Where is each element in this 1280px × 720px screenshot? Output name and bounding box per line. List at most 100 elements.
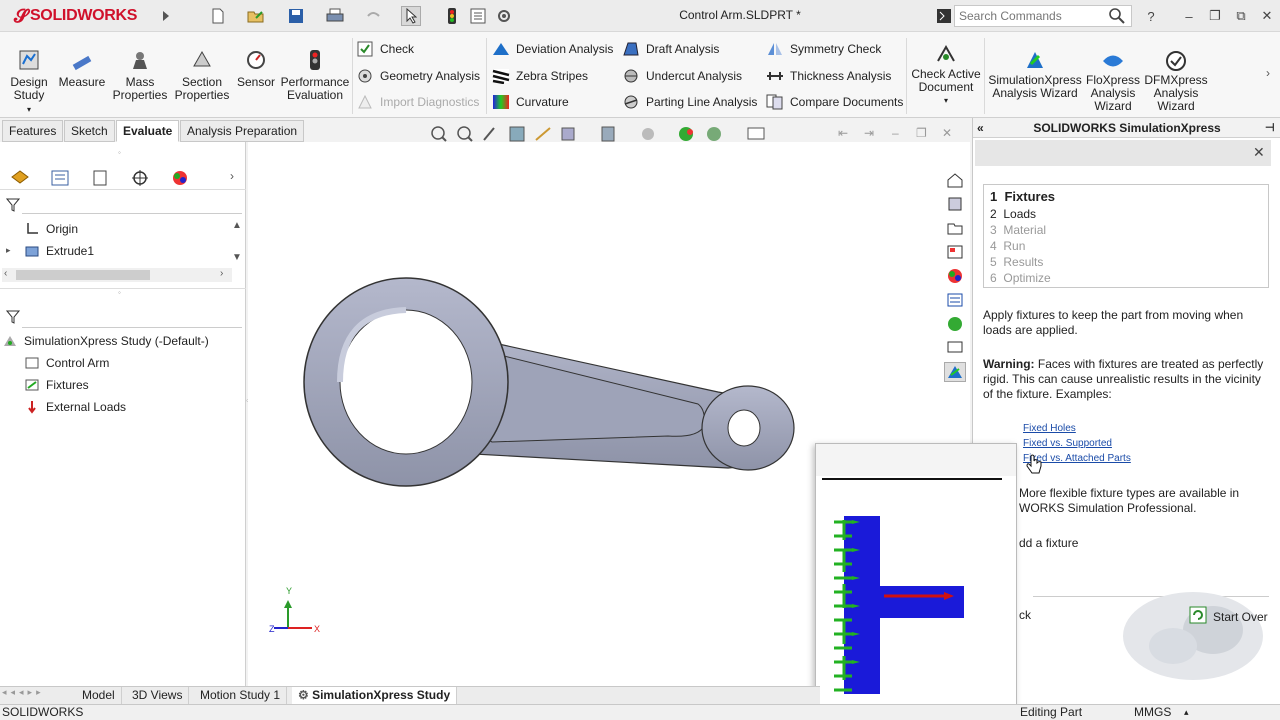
curvature-button[interactable]: Curvature	[492, 91, 569, 113]
scroll-up-icon[interactable]: ▲	[232, 220, 242, 231]
filter-icon[interactable]	[5, 310, 22, 327]
geometry-analysis-button[interactable]: Geometry Analysis	[356, 65, 480, 87]
tree-filter-input[interactable]	[22, 194, 242, 214]
close-button[interactable]: ✕	[1256, 6, 1278, 26]
tab-analysis-preparation[interactable]: Analysis Preparation	[180, 120, 305, 142]
parting-line-analysis-button[interactable]: Parting Line Analysis	[622, 91, 757, 113]
design-library-icon[interactable]	[944, 194, 966, 214]
dfmxpress-wizard-button[interactable]: DFMXpress Analysis Wizard	[1144, 34, 1208, 113]
solidworks-resources-icon[interactable]	[944, 314, 966, 334]
configuration-manager-icon[interactable]	[90, 169, 110, 190]
deviation-analysis-button[interactable]: Deviation Analysis	[492, 38, 613, 60]
study-filter-input[interactable]	[22, 306, 242, 328]
manager-tabs-more-icon[interactable]: ›	[230, 169, 234, 183]
custom-properties-icon[interactable]	[944, 290, 966, 310]
scroll-down-icon[interactable]: ▼	[232, 252, 242, 263]
tab-evaluate[interactable]: Evaluate	[116, 120, 180, 142]
viewport-minimize-icon[interactable]: –	[892, 126, 899, 140]
compare-documents-button[interactable]: Compare Documents	[766, 91, 903, 113]
undercut-analysis-button[interactable]: Undercut Analysis	[622, 65, 742, 87]
link-fixed-holes[interactable]: Fixed Holes	[1023, 423, 1076, 434]
restore-button[interactable]: ❐	[1204, 6, 1226, 26]
sensor-button[interactable]: Sensor	[236, 34, 276, 89]
tree-item-control-arm[interactable]: Control Arm	[24, 353, 109, 373]
pin-icon[interactable]: ⊣	[1265, 118, 1275, 138]
forum-icon[interactable]	[944, 338, 966, 358]
help-button[interactable]: ?	[1140, 6, 1162, 26]
symmetry-check-button[interactable]: Symmetry Check	[766, 38, 881, 60]
expand-menu-icon[interactable]	[156, 6, 176, 26]
ribbon-scroll-right-icon[interactable]: ›	[1266, 66, 1270, 80]
minimize-button[interactable]: –	[1178, 6, 1200, 26]
property-manager-icon[interactable]	[50, 169, 70, 190]
status-units[interactable]: MMGS	[1134, 705, 1171, 720]
appearances-icon[interactable]	[944, 266, 966, 286]
tab-nav-arrows-icon[interactable]: ◂◂◂▸▸	[2, 687, 45, 698]
thickness-analysis-button[interactable]: Thickness Analysis	[766, 65, 891, 87]
search-input[interactable]: Search Commands	[954, 5, 1132, 27]
link-fixed-vs-supported[interactable]: Fixed vs. Supported	[1023, 438, 1112, 449]
tab-3d-views[interactable]: 3D Views	[126, 687, 190, 704]
tree-item-origin[interactable]: Origin	[24, 219, 78, 239]
section-properties-button[interactable]: Section Properties	[172, 34, 232, 102]
start-over-button[interactable]: Start Over	[1189, 606, 1268, 627]
zebra-stripes-button[interactable]: Zebra Stripes	[492, 65, 588, 87]
options-gear-icon[interactable]	[494, 6, 514, 26]
design-study-button[interactable]: Design Study ▾	[6, 34, 52, 116]
feature-manager-icon[interactable]	[10, 169, 30, 190]
tree-item-extrude1[interactable]: Extrude1	[24, 241, 94, 261]
check-button[interactable]: Check	[356, 38, 414, 60]
mass-properties-button[interactable]: Mass Properties	[112, 34, 168, 102]
measure-button[interactable]: Measure	[58, 34, 106, 89]
tree-item-external-loads[interactable]: External Loads	[24, 397, 126, 417]
viewport-restore-icon[interactable]: ❐	[916, 126, 927, 140]
draft-analysis-button[interactable]: Draft Analysis	[622, 38, 719, 60]
performance-evaluation-button[interactable]: Performance Evaluation	[280, 34, 350, 102]
tree-item-simxpress-study[interactable]: SimulationXpress Study (-Default-)	[2, 331, 209, 351]
expand-arrow-icon[interactable]: ▸	[6, 245, 11, 256]
tab-simulationxpress-study[interactable]: ⚙ SimulationXpress Study	[292, 687, 458, 704]
step-loads[interactable]: 2 Loads	[990, 207, 1036, 221]
close-wizard-icon[interactable]: ✕	[1253, 144, 1265, 161]
splitter-handle-icon[interactable]: ◦	[118, 148, 121, 157]
check-active-document-button[interactable]: Check Active Document ▾	[910, 34, 982, 107]
pane-right-icon[interactable]: ⇥	[864, 126, 874, 140]
open-document-icon[interactable]	[246, 6, 266, 26]
rebuild-icon[interactable]	[442, 6, 462, 26]
units-dropdown-icon[interactable]: ▴	[1184, 705, 1189, 720]
dimxpert-manager-icon[interactable]	[130, 169, 150, 190]
display-manager-icon[interactable]	[170, 169, 190, 190]
home-icon[interactable]	[944, 170, 966, 190]
undo-icon[interactable]	[363, 6, 383, 26]
file-explorer-icon[interactable]	[944, 218, 966, 238]
tab-sketch[interactable]: Sketch	[64, 120, 115, 142]
scroll-right-icon[interactable]: ›	[220, 268, 223, 279]
tile-button[interactable]: ⧉	[1230, 6, 1252, 26]
simulationxpress-tab-icon[interactable]	[944, 362, 966, 382]
print-icon[interactable]	[325, 6, 345, 26]
save-icon[interactable]	[286, 6, 306, 26]
simulationxpress-wizard-button[interactable]: SimulationXpress Analysis Wizard	[988, 34, 1082, 100]
import-diagnostics-button[interactable]: Import Diagnostics	[356, 91, 479, 113]
solidworks-logo[interactable]: 𝓢 SOLIDWORKS	[14, 2, 154, 30]
filter-icon[interactable]	[5, 198, 21, 215]
add-fixture-link[interactable]: dd a fixture	[1019, 536, 1280, 551]
viewport-close-icon[interactable]: ✕	[942, 126, 952, 140]
tab-features[interactable]: Features	[2, 120, 64, 142]
magnifier-icon[interactable]	[1109, 8, 1125, 27]
select-icon[interactable]	[401, 6, 421, 26]
tab-motion-study-1[interactable]: Motion Study 1	[194, 687, 288, 704]
scrollbar-thumb[interactable]	[16, 270, 150, 280]
tree-item-fixtures[interactable]: Fixtures	[24, 375, 89, 395]
step-fixtures[interactable]: 1 Fixtures	[990, 189, 1055, 204]
scroll-left-icon[interactable]: ‹	[4, 268, 7, 279]
new-document-icon[interactable]	[208, 6, 228, 26]
view-palette-icon[interactable]	[944, 242, 966, 262]
file-properties-icon[interactable]	[468, 6, 488, 26]
collapse-pane-icon[interactable]: «	[977, 118, 984, 138]
tab-model[interactable]: Model	[76, 687, 122, 704]
floxpress-wizard-button[interactable]: FloXpress Analysis Wizard	[1084, 34, 1142, 113]
horizontal-scrollbar[interactable]: ‹ ›	[2, 268, 232, 282]
splitter-handle-icon[interactable]: ◦	[118, 288, 121, 297]
pane-left-icon[interactable]: ⇤	[838, 126, 848, 140]
